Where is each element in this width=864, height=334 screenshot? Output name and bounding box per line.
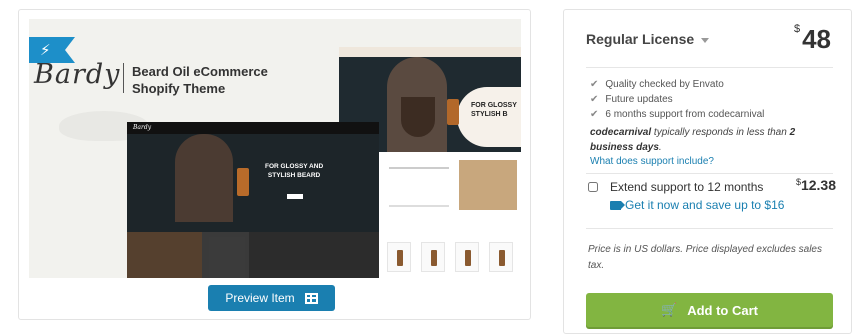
cart-icon: 🛒	[661, 302, 678, 318]
caret-down-icon	[701, 37, 710, 43]
license-selector[interactable]: Regular License	[586, 31, 710, 47]
oil-bottle-image	[237, 168, 249, 196]
mockup-screenshot-front: Bardy FOR GLOSSY AND STYLISH BEARD	[127, 122, 379, 278]
mockup-hero-text: FOR GLOSSY AND STYLISH BEARD	[265, 163, 324, 179]
license-price: $48	[793, 23, 831, 54]
price-note: Price is in US dollars. Price displayed …	[588, 244, 822, 271]
feature-item: ✔ Quality checked by Envato	[590, 79, 724, 90]
tag-icon	[610, 200, 625, 210]
check-icon: ✔	[590, 79, 599, 90]
mockup-screenshot-side	[379, 152, 521, 278]
feature-item: ✔ 6 months support from codecarnival	[590, 109, 765, 120]
license-title: Regular License	[586, 31, 695, 47]
add-to-cart-button[interactable]: 🛒 Add to Cart	[586, 293, 833, 327]
divider	[586, 67, 833, 68]
check-icon: ✔	[590, 109, 599, 120]
item-thumbnail[interactable]: ⚡ Bardy Beard Oil eCommerce Shopify Them…	[29, 19, 521, 278]
thumbnail-brand: Bardy	[34, 59, 121, 90]
extend-support-label[interactable]: Extend support to 12 months	[610, 180, 763, 194]
support-response-time: codecarnival typically responds in less …	[590, 127, 796, 153]
extend-support-checkbox[interactable]	[588, 182, 598, 192]
brand-divider	[123, 63, 124, 93]
preview-item-label: Preview Item	[225, 291, 295, 305]
feature-list: ✔ Quality checked by Envato ✔ Future updat…	[590, 77, 764, 122]
divider	[586, 173, 833, 174]
mockup-back-hero-text: FOR GLOSSY STYLISH B	[471, 102, 517, 118]
extend-support-price: $12.38	[795, 177, 836, 193]
bolt-icon: ⚡	[40, 41, 51, 59]
oil-bottle-image	[447, 99, 459, 125]
support-info-link[interactable]: What does support include?	[590, 156, 714, 167]
purchase-panel: Regular License $48 ✔ Quality checked by …	[563, 9, 852, 334]
add-to-cart-label: Add to Cart	[687, 302, 758, 318]
preview-item-button[interactable]: Preview Item	[208, 285, 335, 311]
grid-icon	[304, 292, 318, 304]
check-icon: ✔	[590, 94, 599, 105]
divider	[586, 228, 833, 229]
tagline-line-2: Shopify Theme	[132, 81, 226, 96]
tagline-line-1: Beard Oil eCommerce	[132, 64, 268, 79]
thumbnail-tagline: Beard Oil eCommerce Shopify Theme	[132, 63, 268, 97]
extend-support-promo-link[interactable]: Get it now and save up to $16	[610, 198, 784, 212]
feature-item: ✔ Future updates	[590, 94, 673, 105]
item-preview-panel: ⚡ Bardy Beard Oil eCommerce Shopify Them…	[18, 9, 531, 320]
